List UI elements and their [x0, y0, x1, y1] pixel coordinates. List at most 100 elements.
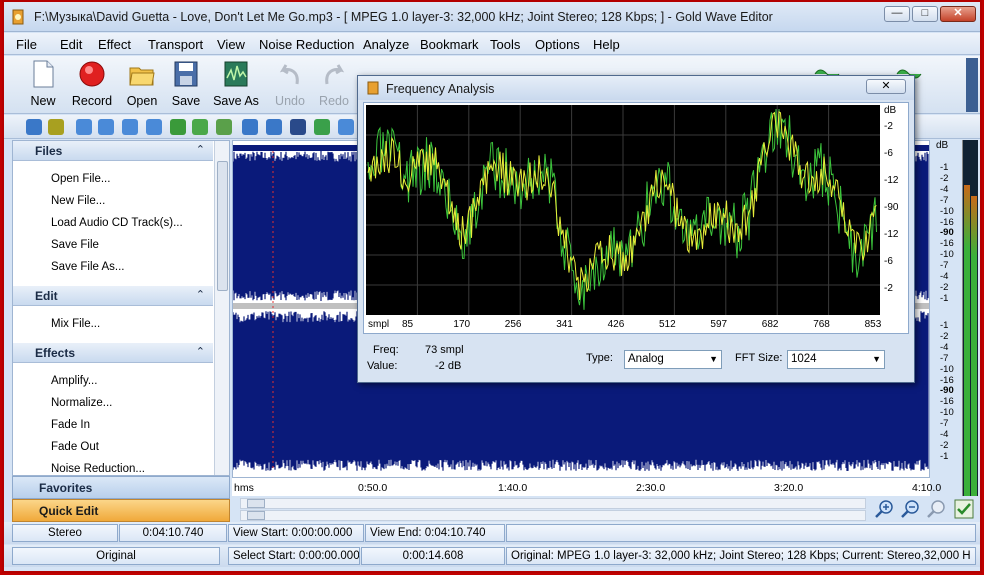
- record-label: Record: [71, 94, 113, 108]
- menu-edit[interactable]: Edit: [60, 37, 82, 52]
- envelope-icon[interactable]: [192, 119, 208, 135]
- main-window: F:\Музыка\David Guetta - Love, Don't Let…: [2, 0, 982, 573]
- chevron-down-icon: ▼: [872, 354, 881, 364]
- db-tick: -2: [940, 330, 949, 342]
- normalize-link[interactable]: Normalize...: [51, 397, 112, 409]
- mixer-icon[interactable]: [266, 119, 282, 135]
- db-tick: -1: [940, 162, 949, 173]
- zoom-100-icon[interactable]: [146, 119, 162, 135]
- zoom-10-icon[interactable]: [122, 119, 138, 135]
- menu-analyze[interactable]: Analyze: [363, 37, 409, 52]
- save-button[interactable]: Save: [168, 60, 204, 112]
- collapse-chevron-icon[interactable]: ⌃: [196, 143, 205, 156]
- edit-mode-status: Original: [12, 547, 220, 565]
- menu-noise-reduction[interactable]: Noise Reduction: [259, 37, 354, 52]
- type-select[interactable]: Analog ▼: [624, 350, 722, 369]
- menu-tools[interactable]: Tools: [490, 37, 520, 52]
- cd-icon[interactable]: [290, 119, 306, 135]
- save-file-as-link[interactable]: Save File As...: [51, 261, 125, 273]
- quick-edit-header[interactable]: Quick Edit: [12, 499, 230, 522]
- effects-section-header[interactable]: Effects ⌃: [13, 343, 213, 363]
- open-folder-icon: [129, 67, 155, 86]
- frequency-plot-canvas[interactable]: [364, 103, 908, 333]
- format-status: Original: MPEG 1.0 layer-3: 32,000 kHz; …: [506, 547, 976, 565]
- view-start-status: View Start: 0:00:00.000: [228, 524, 364, 542]
- checkmark-icon[interactable]: [954, 499, 974, 519]
- pitch-icon[interactable]: [26, 119, 42, 135]
- db-tick: -2: [940, 439, 949, 451]
- panel-scrollbar[interactable]: [214, 141, 229, 475]
- zoom-in-icon[interactable]: [874, 499, 894, 519]
- filter-icon[interactable]: [48, 119, 64, 135]
- dialog-close-button[interactable]: ✕: [866, 79, 906, 94]
- zoom-selection-icon[interactable]: [98, 119, 114, 135]
- loop-icon[interactable]: [314, 119, 330, 135]
- x-tick-label: 682: [761, 319, 779, 330]
- open-button[interactable]: Open: [124, 60, 160, 112]
- view-end-status: View End: 0:04:10.740: [365, 524, 505, 542]
- select-start-status: Select Start: 0:00:00.000: [228, 547, 360, 565]
- favorites-header[interactable]: Favorites: [12, 476, 230, 499]
- zoom-scrollbar[interactable]: [240, 510, 866, 521]
- fade-in-link[interactable]: Fade In: [51, 419, 90, 431]
- spectrum-icon[interactable]: [242, 119, 258, 135]
- menu-file[interactable]: File: [16, 37, 37, 52]
- fft-size-label: FFT Size:: [735, 352, 783, 364]
- save-file-link[interactable]: Save File: [51, 239, 99, 251]
- dialog-title-bar[interactable]: Frequency Analysis ✕: [358, 76, 914, 100]
- waveform-view-icon[interactable]: [216, 119, 232, 135]
- noise-reduction-link[interactable]: Noise Reduction...: [51, 463, 145, 475]
- fft-size-select[interactable]: 1024 ▼: [787, 350, 885, 369]
- toolbar-overflow-button[interactable]: [966, 58, 978, 112]
- db-tick: -1: [940, 292, 949, 304]
- mix-file-link[interactable]: Mix File...: [51, 318, 100, 330]
- zoom-scrollbar-thumb[interactable]: [247, 511, 265, 520]
- length-status: 0:04:10.740: [119, 524, 227, 542]
- app-icon: [12, 9, 24, 25]
- zoom-fit-icon[interactable]: [926, 499, 946, 519]
- x-tick-label: 85: [402, 319, 414, 330]
- horizontal-scrollbar-thumb[interactable]: [247, 499, 265, 508]
- close-button[interactable]: ✕: [940, 6, 976, 22]
- menu-bookmark[interactable]: Bookmark: [420, 37, 479, 52]
- new-button[interactable]: New: [24, 60, 62, 112]
- save-as-icon: [224, 61, 248, 87]
- db-tick: -7: [940, 194, 949, 206]
- horizontal-scrollbar[interactable]: [240, 498, 866, 509]
- record-button[interactable]: Record: [70, 60, 114, 112]
- undo-label: Undo: [275, 94, 305, 108]
- amplify-link[interactable]: Amplify...: [51, 375, 97, 387]
- db-tick: -16: [940, 238, 954, 250]
- collapse-chevron-icon[interactable]: ⌃: [196, 345, 205, 358]
- undo-button[interactable]: Undo: [272, 60, 308, 112]
- menu-view[interactable]: View: [217, 37, 245, 52]
- frequency-plot[interactable]: smpl 85 170 256 341 426 512 597 682 768 853 dB -2…: [363, 102, 909, 334]
- redo-button[interactable]: Redo: [316, 60, 352, 112]
- maximize-button[interactable]: □: [912, 6, 938, 22]
- minimize-button[interactable]: —: [884, 6, 910, 22]
- load-cd-track-link[interactable]: Load Audio CD Track(s)...: [51, 217, 183, 229]
- new-file-link[interactable]: New File...: [51, 195, 105, 207]
- panel-scrollbar-thumb[interactable]: [217, 161, 228, 291]
- collapse-chevron-icon[interactable]: ⌃: [196, 288, 205, 301]
- db-tick: -16: [940, 216, 954, 228]
- save-as-button[interactable]: Save As: [212, 60, 260, 112]
- files-section-header[interactable]: Files ⌃: [13, 141, 213, 161]
- timeline[interactable]: hms 0:50.0 1:40.0 2:30.0 3:20.0 4:10.0: [232, 478, 941, 496]
- zoom-in-icon[interactable]: [76, 119, 92, 135]
- menu-help[interactable]: Help: [593, 37, 620, 52]
- fft-size-selected-value: 1024: [791, 353, 817, 365]
- open-file-link[interactable]: Open File...: [51, 173, 110, 185]
- menu-options[interactable]: Options: [535, 37, 580, 52]
- zoom-out-icon[interactable]: [900, 499, 920, 519]
- edit-section-header[interactable]: Edit ⌃: [13, 286, 213, 306]
- menu-transport[interactable]: Transport: [148, 37, 203, 52]
- timeline-tick: 2:30.0: [636, 482, 666, 494]
- y-tick-label: -12: [884, 175, 899, 186]
- marker-icon[interactable]: [170, 119, 186, 135]
- analyze-icon[interactable]: [338, 119, 354, 135]
- menu-effect[interactable]: Effect: [98, 37, 131, 52]
- fade-out-link[interactable]: Fade Out: [51, 441, 99, 453]
- dialog-title: Frequency Analysis: [386, 82, 495, 96]
- db-tick: -90: [940, 385, 954, 397]
